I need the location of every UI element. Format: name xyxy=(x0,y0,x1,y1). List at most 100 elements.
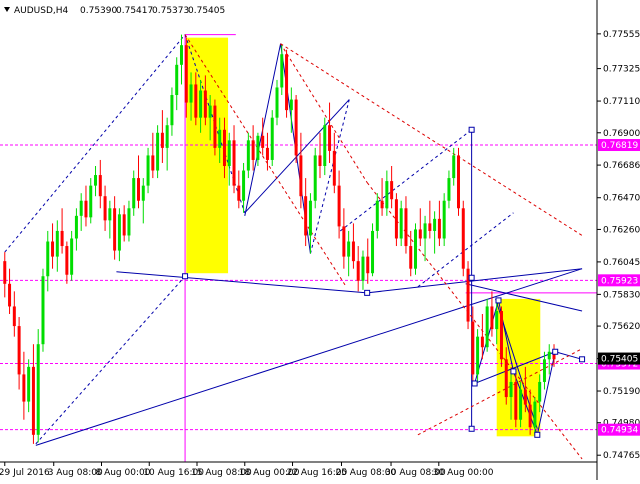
candle-body xyxy=(141,185,145,201)
anchor-marker-8 xyxy=(552,348,559,355)
candle-body xyxy=(179,45,183,65)
candle-body xyxy=(165,125,169,148)
candle-body xyxy=(184,45,188,103)
candle-body xyxy=(194,84,198,118)
candle-body xyxy=(480,336,484,348)
candle-body xyxy=(103,196,107,221)
candle-body xyxy=(65,246,69,275)
candle-96 xyxy=(461,200,465,277)
candle-body xyxy=(471,321,475,375)
candle-92 xyxy=(442,193,446,247)
candle-body xyxy=(270,117,274,160)
candle-body xyxy=(433,218,437,231)
candle-body xyxy=(74,215,78,239)
candle-body xyxy=(313,155,317,201)
anchor-marker-7 xyxy=(534,431,541,438)
candle-65 xyxy=(313,147,317,209)
candle-body xyxy=(375,200,379,231)
y-tick-label-13: 0.74765 xyxy=(603,451,640,461)
anchor-marker-4 xyxy=(471,380,478,387)
chart-root: 0.77555 0.77325 0.77110 0.76900 0.76686 0.764… xyxy=(0,0,640,480)
y-tick-label-8: 0.75830 xyxy=(603,290,640,300)
chart-header-low: 0.75373 xyxy=(152,6,189,16)
candle-body xyxy=(199,90,203,118)
candle-97 xyxy=(466,261,470,330)
candle-body xyxy=(218,129,222,148)
candle-body xyxy=(495,310,499,330)
y-tick-label-5: 0.76470 xyxy=(603,194,640,204)
candle-body xyxy=(351,241,355,262)
y-tick-label-2: 0.77110 xyxy=(603,97,640,107)
candle-body xyxy=(337,185,341,227)
candle-body xyxy=(504,359,508,398)
candle-body xyxy=(246,140,250,171)
candle-body xyxy=(170,95,174,126)
candle-body xyxy=(108,208,112,221)
candle-body xyxy=(151,155,155,171)
candle-body xyxy=(442,200,446,239)
candle-body xyxy=(55,230,59,257)
price-label-text-4: 0.75405 xyxy=(601,355,638,365)
candle-body xyxy=(304,196,308,236)
candle-body xyxy=(356,261,360,281)
candle-body xyxy=(394,199,398,239)
candle-body xyxy=(12,306,16,327)
candle-body xyxy=(127,208,131,236)
candle-body xyxy=(409,246,413,269)
candle-body xyxy=(46,241,50,277)
candle-body xyxy=(280,54,284,88)
candle-body xyxy=(265,147,269,160)
candle-body xyxy=(399,208,403,239)
anchor-marker-5 xyxy=(495,297,502,304)
candle-32 xyxy=(156,125,160,179)
price-chart: 0.77555 0.77325 0.77110 0.76900 0.76686 0.764… xyxy=(0,0,640,480)
highlight-box-0 xyxy=(186,37,229,274)
y-tick-label-1: 0.77325 xyxy=(603,65,640,75)
candle-body xyxy=(8,283,12,307)
candle-body xyxy=(414,229,418,269)
candle-body xyxy=(366,256,370,274)
price-label-text-1: 0.75923 xyxy=(601,276,638,286)
chart-background xyxy=(0,0,640,480)
candle-body xyxy=(261,135,265,148)
candle-body xyxy=(208,105,212,118)
x-tick-label-0: 29 Jul 2016 xyxy=(0,468,50,478)
candle-body xyxy=(146,155,150,186)
anchor-marker-0 xyxy=(182,273,189,280)
price-label-text-3: 0.74934 xyxy=(601,426,638,436)
chart-header-open: 0.75390 xyxy=(80,6,117,16)
candle-body xyxy=(113,208,117,251)
candle-body xyxy=(242,170,246,201)
candle-body xyxy=(41,276,45,345)
candle-body xyxy=(94,175,98,186)
candle-body xyxy=(237,185,241,201)
candle-body xyxy=(499,310,503,360)
candle-body xyxy=(380,200,384,209)
candle-body xyxy=(361,256,365,281)
candle-body xyxy=(251,140,255,160)
candle-99 xyxy=(476,329,480,382)
candle-body xyxy=(476,336,480,375)
candle-body xyxy=(347,241,351,257)
candle-body xyxy=(137,178,141,201)
anchor-marker-1 xyxy=(364,289,371,296)
candle-body xyxy=(222,129,226,166)
candle-body xyxy=(452,155,456,179)
candle-body xyxy=(98,175,102,197)
candle-body xyxy=(84,200,88,218)
candle-82 xyxy=(394,193,398,247)
candle-body xyxy=(461,208,465,269)
candle-44 xyxy=(213,99,217,156)
candle-body xyxy=(275,87,279,118)
candle-body xyxy=(189,84,193,103)
candle-body xyxy=(523,389,527,405)
candle-107 xyxy=(514,374,518,428)
chart-header-high: 0.75417 xyxy=(116,6,153,16)
candle-body xyxy=(79,200,83,216)
y-tick-label-3: 0.76900 xyxy=(603,129,640,139)
candle-body xyxy=(456,155,460,209)
anchor-marker-2 xyxy=(468,126,475,133)
candle-body xyxy=(294,99,298,156)
candle-body xyxy=(509,381,513,398)
anchor-marker-6 xyxy=(510,368,517,375)
